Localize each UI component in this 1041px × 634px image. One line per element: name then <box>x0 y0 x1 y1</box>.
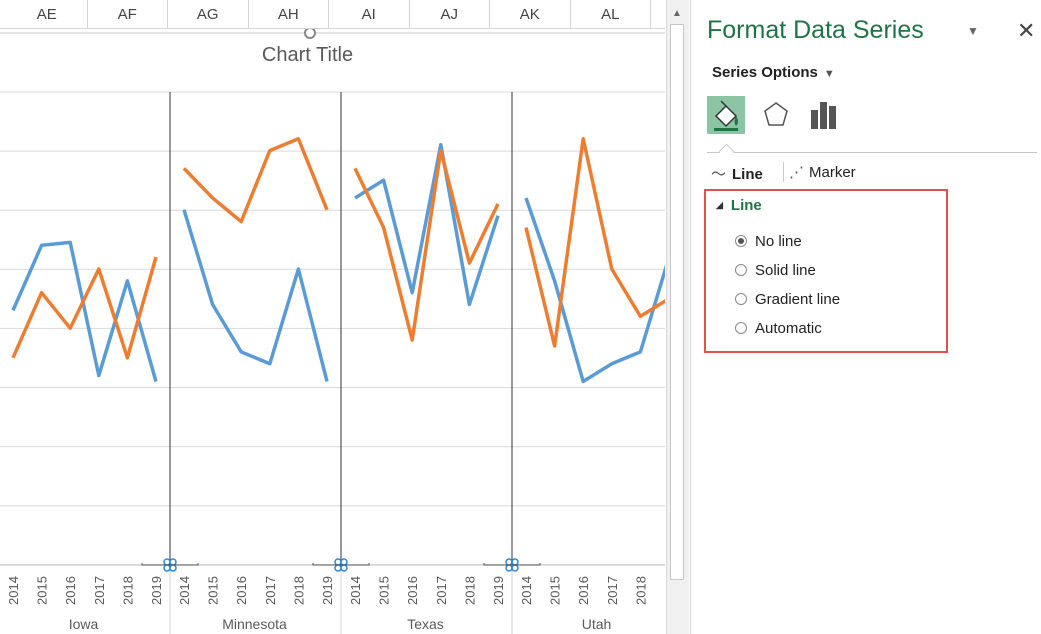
selection-handle-dot <box>505 558 513 566</box>
series-line-minnesota-0 <box>182 209 329 382</box>
selection-handle-dot <box>163 564 171 572</box>
radio-button-icon[interactable] <box>735 264 747 276</box>
year-tick-label: 2019 <box>662 576 665 605</box>
group-label: Minnesota <box>222 616 287 632</box>
year-tick-label: 2017 <box>92 576 107 605</box>
format-data-series-pane: Format Data Series ▼ ✕ Series Options ▼ 〜… <box>690 0 1041 634</box>
year-tick-label: 2017 <box>263 576 278 605</box>
pane-title: Format Data Series <box>707 16 924 44</box>
pane-divider <box>707 152 1037 153</box>
column-header-ak[interactable]: AK <box>490 0 571 28</box>
tab-line[interactable]: 〜 Line <box>711 163 763 184</box>
year-tick-label: 2016 <box>405 576 420 605</box>
pane-options-dropdown-icon[interactable]: ▼ <box>967 24 979 38</box>
marker-chart-icon: ⋰ <box>789 164 804 181</box>
tab-pointer <box>718 143 735 160</box>
radio-button-icon[interactable] <box>735 235 747 247</box>
radio-label: Gradient line <box>755 291 841 308</box>
year-tick-label: 2018 <box>120 576 135 605</box>
column-header-ae[interactable]: AE <box>7 0 88 28</box>
series-options-label: Series Options <box>712 64 818 81</box>
series-options-dropdown[interactable]: Series Options ▼ <box>712 64 835 81</box>
fill-line-icon[interactable] <box>707 96 745 134</box>
series-options-icon[interactable] <box>805 96 843 134</box>
radio-label: Automatic <box>755 320 822 337</box>
series-line-texas-0 <box>354 142 500 307</box>
line-section-label: Line <box>730 197 762 214</box>
line-chart-icon: 〜 <box>711 166 727 183</box>
group-label: Iowa <box>69 616 99 632</box>
radio-button-icon[interactable] <box>735 322 747 334</box>
selection-handle-dot <box>169 558 177 566</box>
year-tick-label: 2014 <box>519 576 534 605</box>
year-tick-label: 2019 <box>491 576 506 605</box>
group-label: Utah <box>582 616 612 632</box>
selection-handle-dot <box>334 564 342 572</box>
radio-automatic[interactable]: Automatic <box>735 320 822 337</box>
year-tick-label: 2018 <box>291 576 306 605</box>
collapse-triangle-icon: ◢ <box>716 200 723 210</box>
radio-no-line[interactable]: No line <box>735 233 802 250</box>
tab-marker[interactable]: ⋰ Marker <box>789 163 856 181</box>
year-tick-label: 2019 <box>149 576 164 605</box>
year-tick-label: 2016 <box>63 576 78 605</box>
year-tick-label: 2018 <box>633 576 648 605</box>
selection-handle-dot <box>511 564 519 572</box>
year-tick-label: 2017 <box>605 576 620 605</box>
year-tick-label: 2016 <box>576 576 591 605</box>
column-header-al[interactable]: AL <box>571 0 651 28</box>
group-label: Texas <box>407 616 444 632</box>
chart-area[interactable]: 2014 2015 2016 2017 2018 2019 Iowa 2014 2015 2016… <box>0 0 665 634</box>
selection-handle-dot <box>340 564 348 572</box>
radio-button-icon[interactable] <box>735 293 747 305</box>
year-tick-label: 2015 <box>377 576 392 605</box>
tab-marker-label: Marker <box>809 164 856 181</box>
year-tick-label: 2014 <box>348 576 363 605</box>
series-line-utah-0 <box>524 197 665 384</box>
year-tick-label: 2016 <box>234 576 249 605</box>
tab-divider <box>783 162 784 182</box>
series-line-utah-1 <box>524 137 665 348</box>
column-header-af[interactable]: AF <box>88 0 168 28</box>
selection-handle-dot <box>511 558 519 566</box>
column-header-ag[interactable]: AG <box>168 0 249 28</box>
radio-label: No line <box>755 233 802 250</box>
year-tick-label: 2019 <box>320 576 335 605</box>
year-tick-label: 2018 <box>462 576 477 605</box>
line-section-header[interactable]: ◢ Line <box>716 197 762 214</box>
radio-label: Solid line <box>755 262 816 279</box>
year-tick-label: 2015 <box>206 576 221 605</box>
column-header-aj[interactable]: AJ <box>410 0 490 28</box>
radio-gradient-line[interactable]: Gradient line <box>735 291 840 308</box>
selection-handle-dot <box>163 558 171 566</box>
scrollbar-thumb[interactable] <box>670 24 684 580</box>
column-header-bar: AE AF AG AH AI AJ AK AL <box>0 0 665 29</box>
chart-title[interactable]: Chart Title <box>0 44 615 67</box>
column-header-ai[interactable]: AI <box>329 0 410 28</box>
close-icon[interactable]: ✕ <box>1017 18 1035 44</box>
selection-handle-dot <box>340 558 348 566</box>
selection-handle-dot <box>169 564 177 572</box>
year-tick-label: 2015 <box>548 576 563 605</box>
year-tick-label: 2014 <box>6 576 21 605</box>
scroll-up-icon[interactable]: ▲ <box>672 8 682 19</box>
selection-handle-dot <box>505 564 513 572</box>
selection-handle-dot <box>334 558 342 566</box>
radio-solid-line[interactable]: Solid line <box>735 262 816 279</box>
tab-line-label: Line <box>732 166 763 183</box>
effects-icon[interactable] <box>757 96 795 134</box>
year-tick-label: 2014 <box>177 576 192 605</box>
series-line-texas-1 <box>353 148 500 342</box>
chevron-down-icon: ▼ <box>823 68 835 80</box>
year-tick-label: 2017 <box>434 576 449 605</box>
vertical-scrollbar[interactable]: ▲ <box>666 0 689 634</box>
year-tick-label: 2015 <box>35 576 50 605</box>
column-header-ah[interactable]: AH <box>249 0 329 28</box>
chart-plot: 2014 2015 2016 2017 2018 2019 Iowa 2014 2015 2016… <box>0 27 665 634</box>
resize-handle <box>304 27 316 39</box>
